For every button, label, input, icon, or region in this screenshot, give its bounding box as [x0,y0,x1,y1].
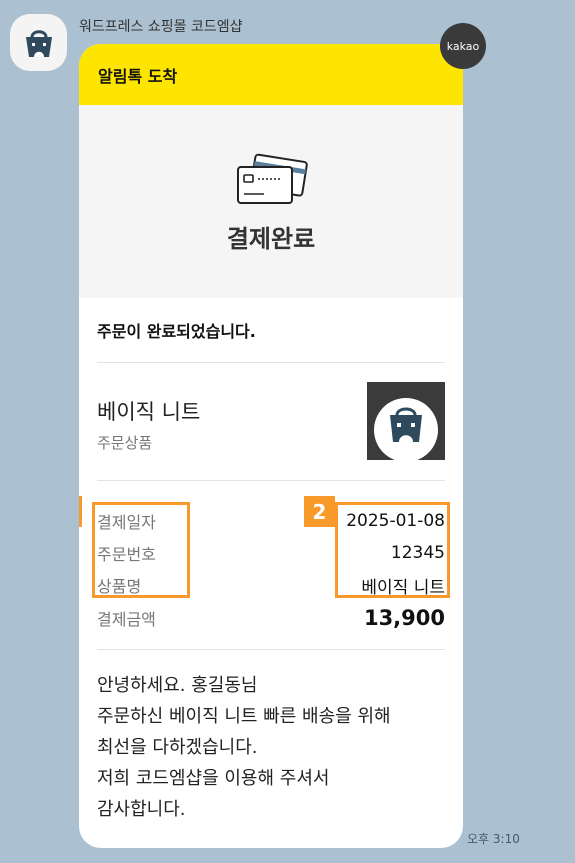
kakao-badge: kakao [440,23,486,69]
greeting-line: 저희 코드엠샵을 이용해 주셔서 [97,768,330,789]
sender-name: 워드프레스 쇼핑몰 코드엠샵 [79,19,243,35]
product-thumbnail[interactable] [367,382,445,460]
payment-complete-title: 결제완료 [226,225,316,253]
credit-card-icon [237,153,308,204]
payment-details: 결제일자 2025-01-08 주문번호 12345 상품명 베이직 니트 결제… [79,481,450,650]
annotation-badge-1: 1 [79,496,82,527]
annotation-box-2 [335,502,450,598]
total-amount-label: 결제금액 [97,610,156,629]
shopping-bag-icon [25,29,52,57]
product-subtitle: 주문상품 [97,434,153,452]
hero-section: 결제완료 [79,105,463,298]
greeting-message: 안녕하세요. 홍길동님 주문하신 베이직 니트 빠른 배송을 위해 최선을 다하… [97,650,445,825]
alimtalk-message-card[interactable]: 알림톡 도착 결제완료 주문이 완료되었습니다. 베이직 니트 주문상품 결제일… [79,44,463,848]
sender-avatar[interactable] [10,14,67,71]
shopping-bag-icon [374,398,438,460]
annotation-box-1 [92,502,190,598]
product-name: 베이직 니트 [97,400,201,424]
greeting-line: 감사합니다. [97,799,186,820]
product-section: 베이직 니트 주문상품 [97,363,445,481]
order-complete-headline: 주문이 완료되었습니다. [97,298,445,363]
annotation-badge-2: 2 [304,496,335,527]
total-amount-value: 13,900 [363,606,445,630]
message-header: 알림톡 도착 [79,44,463,105]
message-body: 주문이 완료되었습니다. 베이직 니트 주문상품 결제일자 2025-01-08 [79,298,463,825]
message-timestamp: 오후 3:10 [467,832,520,846]
detail-row-total: 결제금액 13,900 [97,602,445,634]
greeting-line: 최선을 다하겠습니다. [97,737,258,758]
greeting-line: 주문하신 베이직 니트 빠른 배송을 위해 [97,706,391,727]
greeting-line: 안녕하세요. 홍길동님 [97,675,258,696]
